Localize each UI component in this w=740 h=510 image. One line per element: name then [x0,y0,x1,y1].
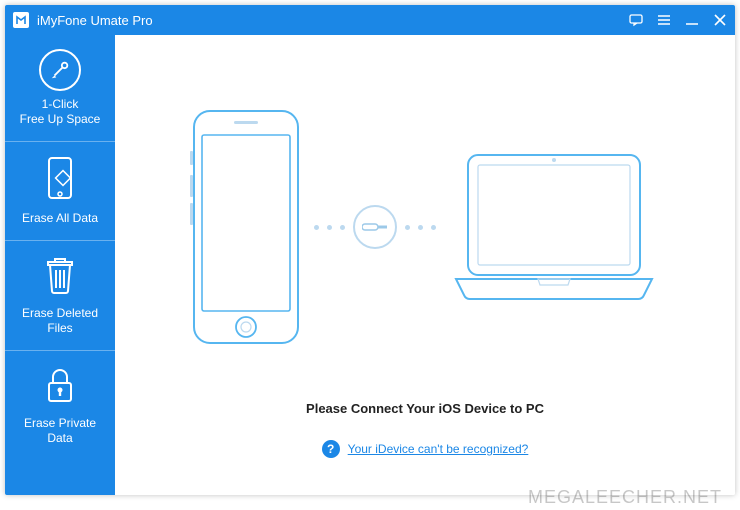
app-window: iMyFone Umate Pro [5,5,735,495]
dots-right [405,225,436,230]
sidebar-item-erase-private-data[interactable]: Erase Private Data [5,351,115,460]
window-controls [629,13,727,27]
plug-icon [353,205,397,249]
sidebar-item-label: 1-Click Free Up Space [11,97,109,127]
dots-left [314,225,345,230]
lock-icon [43,365,77,410]
main-content: Please Connect Your iOS Device to PC ? Y… [115,35,735,495]
feedback-icon[interactable] [629,13,643,27]
sidebar-item-label: Erase Deleted Files [11,306,109,336]
sidebar-item-erase-all-data[interactable]: Erase All Data [5,142,115,241]
connect-prompt: Please Connect Your iOS Device to PC [115,401,735,416]
sidebar-item-free-up-space[interactable]: 1-Click Free Up Space [5,35,115,142]
connect-illustration [115,107,735,347]
help-link[interactable]: Your iDevice can't be recognized? [348,442,529,456]
menu-icon[interactable] [657,13,671,27]
app-title: iMyFone Umate Pro [37,13,153,28]
close-icon[interactable] [713,13,727,27]
title-bar: iMyFone Umate Pro [5,5,735,35]
broom-icon [39,49,81,91]
sidebar-item-label: Erase Private Data [11,416,109,446]
phone-erase-icon [43,156,77,205]
trash-icon [42,255,78,300]
sidebar: 1-Click Free Up Space Erase All Data [5,35,115,495]
body: 1-Click Free Up Space Erase All Data [5,35,735,495]
sidebar-item-label: Erase All Data [11,211,109,226]
connector-illustration [314,205,436,249]
help-icon: ? [322,440,340,458]
help-line: ? Your iDevice can't be recognized? [115,440,735,458]
phone-illustration [186,107,306,347]
sidebar-item-erase-deleted-files[interactable]: Erase Deleted Files [5,241,115,351]
minimize-icon[interactable] [685,13,699,27]
laptop-illustration [444,145,664,309]
app-icon [13,12,29,28]
